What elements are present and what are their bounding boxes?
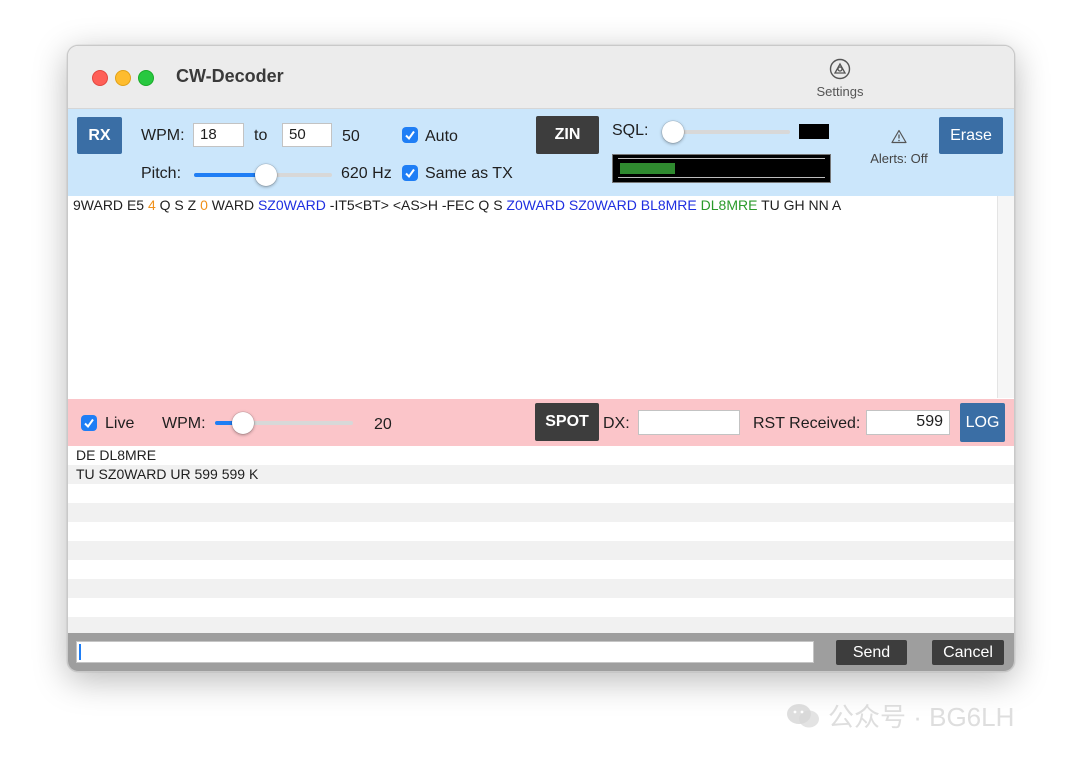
window-title: CW-Decoder — [176, 66, 284, 86]
log-line — [68, 484, 1014, 503]
log-line — [68, 503, 1014, 522]
settings-icon — [829, 58, 851, 80]
zoom-window-button[interactable] — [138, 70, 154, 86]
decoded-word: -FEC — [441, 197, 475, 213]
same-as-tx-checkbox[interactable] — [402, 165, 418, 181]
checkmark-icon — [405, 168, 415, 179]
decoded-word: BL8MRE — [640, 197, 697, 213]
decoded-word: Q — [478, 197, 490, 213]
decoded-word: 0 — [200, 197, 208, 213]
decoded-word: <AS>H — [392, 197, 438, 213]
live-label: Live — [105, 415, 135, 432]
pitch-value: 620 Hz — [341, 165, 392, 182]
decoded-word: E5 — [126, 197, 145, 213]
log-line — [68, 598, 1014, 617]
wpm-current-value: 50 — [342, 128, 360, 145]
rx-panel: RX WPM: 18 to 50 50 Auto ZIN SQL: Alerts… — [68, 109, 1014, 196]
auto-label: Auto — [425, 128, 458, 145]
log-line — [68, 522, 1014, 541]
cancel-button[interactable]: Cancel — [932, 640, 1004, 665]
to-label: to — [254, 127, 268, 144]
log-line — [68, 541, 1014, 560]
decoded-word: 9WARD — [73, 197, 124, 213]
wpm-to-input[interactable]: 50 — [282, 123, 332, 147]
tx-wpm-slider[interactable] — [231, 412, 254, 434]
sql-label: SQL: — [612, 122, 649, 139]
pitch-slider[interactable] — [254, 164, 277, 186]
alerts-indicator[interactable]: Alerts: Off — [854, 129, 944, 166]
send-button[interactable]: Send — [836, 640, 907, 665]
settings-button[interactable]: Settings — [806, 58, 874, 106]
log-line — [68, 560, 1014, 579]
decoded-text-scrollbar[interactable] — [997, 196, 1014, 398]
decoded-word: 4 — [147, 197, 156, 213]
decoded-word: TU — [761, 197, 780, 213]
settings-label: Settings — [816, 84, 864, 99]
decoded-word: Z0WARD — [506, 197, 566, 213]
decoded-word: Q — [159, 197, 171, 213]
decoded-word: -IT5<BT> — [329, 197, 389, 213]
decoded-word: NN — [808, 197, 829, 213]
title-bar: CW-Decoder Settings — [68, 46, 1014, 109]
tx-wpm-value: 20 — [374, 416, 392, 433]
close-window-button[interactable] — [92, 70, 108, 86]
minimize-window-button[interactable] — [115, 70, 131, 86]
send-bar: Send Cancel — [68, 633, 1014, 671]
cw-decoder-window: CW-Decoder Settings RX WPM: 18 to 50 50 … — [67, 45, 1015, 672]
rst-received-input[interactable]: 599 — [866, 410, 950, 435]
log-line — [68, 579, 1014, 598]
dx-label: DX: — [603, 415, 630, 432]
dx-input[interactable] — [638, 410, 740, 435]
log-line: TU SZ0WARD UR 599 599 K — [68, 465, 1014, 484]
signal-level-meter — [612, 154, 831, 183]
log-line: DE DL8MRE — [68, 446, 1014, 465]
decoded-word: SZ0WARD — [257, 197, 326, 213]
send-text-input[interactable] — [76, 641, 814, 663]
zin-button[interactable]: ZIN — [536, 116, 599, 154]
checkmark-icon — [405, 130, 415, 141]
alerts-label: Alerts: Off — [870, 151, 928, 166]
tx-wpm-label: WPM: — [162, 415, 206, 432]
decoded-word: S — [174, 197, 184, 213]
transmit-log[interactable]: DE DL8MRE TU SZ0WARD UR 599 599 K — [68, 446, 1014, 636]
same-as-tx-label: Same as TX — [425, 165, 513, 182]
erase-button[interactable]: Erase — [939, 117, 1003, 154]
wechat-logo — [787, 703, 819, 727]
decoded-text-area[interactable]: 9WARD E5 4 Q S Z 0 WARD SZ0WARD -IT5<BT>… — [68, 196, 997, 398]
watermark: 公众号 · BG6LH — [786, 697, 1014, 734]
decoded-word: WARD — [211, 197, 255, 213]
pitch-label: Pitch: — [141, 165, 182, 182]
sql-indicator — [799, 124, 829, 139]
auto-checkbox[interactable] — [402, 127, 418, 143]
live-checkbox[interactable] — [81, 415, 97, 431]
spot-button[interactable]: SPOT — [535, 403, 599, 441]
wpm-label: WPM: — [141, 127, 185, 144]
tx-panel: Live WPM: 20 SPOT DX: RST Received: 599 … — [68, 399, 1014, 446]
decoded-word: SZ0WARD — [568, 197, 637, 213]
rst-received-label: RST Received: — [753, 415, 861, 432]
decoded-word: Z — [187, 197, 197, 213]
decoded-word: S — [493, 197, 503, 213]
decoded-word: DL8MRE — [700, 197, 758, 213]
sql-slider[interactable] — [662, 121, 684, 143]
decoded-word: A — [831, 197, 842, 213]
checkmark-icon — [84, 418, 94, 429]
watermark-text: 公众号 · BG6LH — [828, 702, 1015, 732]
rx-button[interactable]: RX — [77, 117, 122, 154]
decoded-word: GH — [783, 197, 805, 213]
warning-icon — [891, 129, 907, 144]
signal-level-bar — [620, 163, 675, 174]
log-button[interactable]: LOG — [960, 403, 1005, 442]
wpm-from-input[interactable]: 18 — [193, 123, 244, 147]
text-caret — [79, 644, 81, 660]
